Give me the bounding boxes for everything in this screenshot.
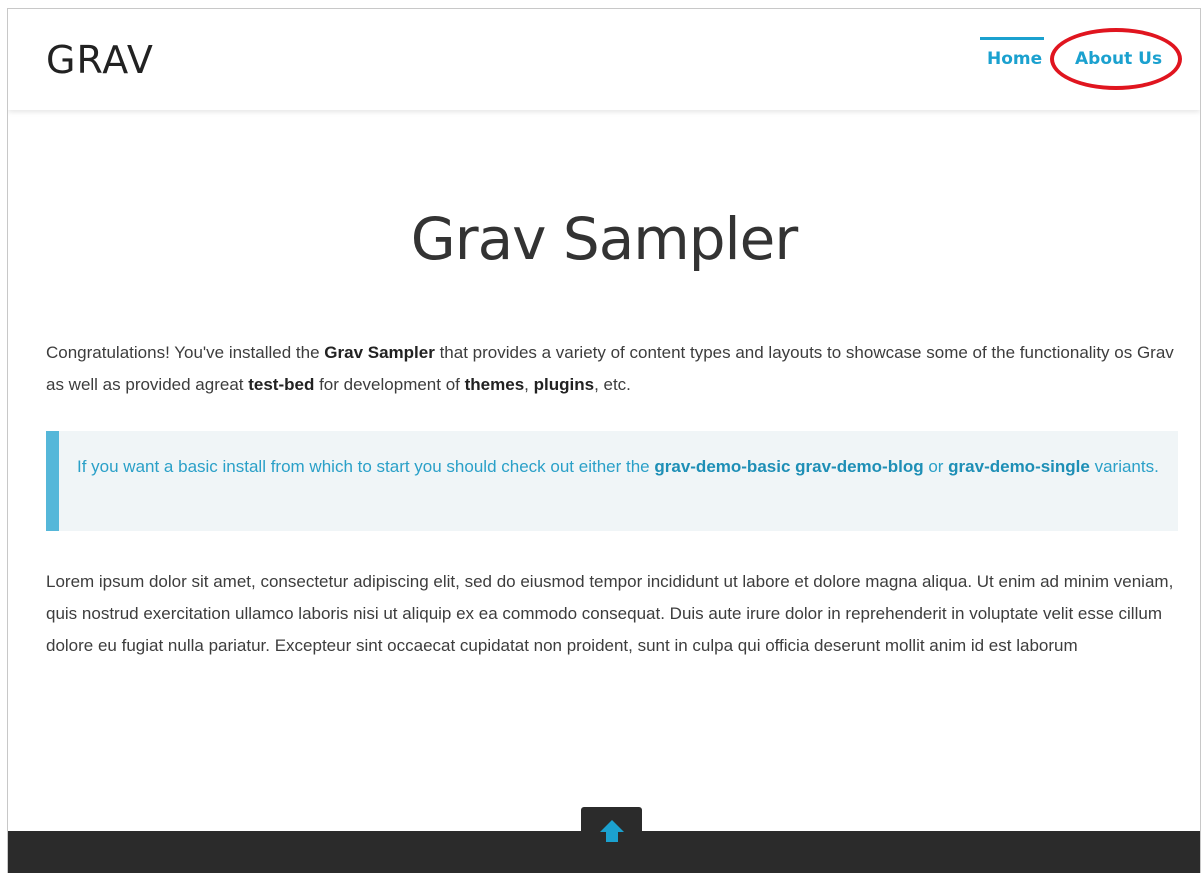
active-nav-indicator [980,37,1044,40]
site-header: GRAV Home About Us [8,9,1200,110]
intro-bold-test-bed: test-bed [248,375,315,394]
link-grav-demo-single[interactable]: grav-demo-single [948,457,1090,476]
notice-text: or [923,457,949,476]
browser-viewport: GRAV Home About Us Grav Sampler Congratu… [7,8,1201,873]
intro-bold-themes: themes [464,375,525,394]
intro-text: , etc. [594,375,631,394]
notice-blockquote: If you want a basic install from which t… [46,431,1178,531]
intro-paragraph: Congratulations! You've installed the Gr… [46,337,1186,401]
intro-text: , [524,375,534,394]
intro-text: Congratulations! You've installed the [46,343,325,362]
notice-text: If you want a basic install from which t… [77,457,655,476]
site-footer [8,807,1200,873]
intro-bold-grav-sampler: Grav Sampler [324,343,435,362]
intro-bold-plugins: plugins [533,375,595,394]
nav-link-about-us[interactable]: About Us [1075,49,1162,69]
arrow-up-icon [600,820,624,842]
lorem-paragraph: Lorem ipsum dolor sit amet, consectetur … [46,572,1174,655]
page-title: Grav Sampler [410,205,798,273]
link-grav-demo-blog[interactable]: grav-demo-blog [795,457,923,476]
notice-text: variants. [1089,457,1159,476]
intro-text: for development of [314,375,465,394]
nav-link-home[interactable]: Home [987,49,1042,69]
link-grav-demo-basic[interactable]: grav-demo-basic [654,457,790,476]
back-to-top-button[interactable] [581,807,642,849]
site-logo[interactable]: GRAV [46,38,154,82]
